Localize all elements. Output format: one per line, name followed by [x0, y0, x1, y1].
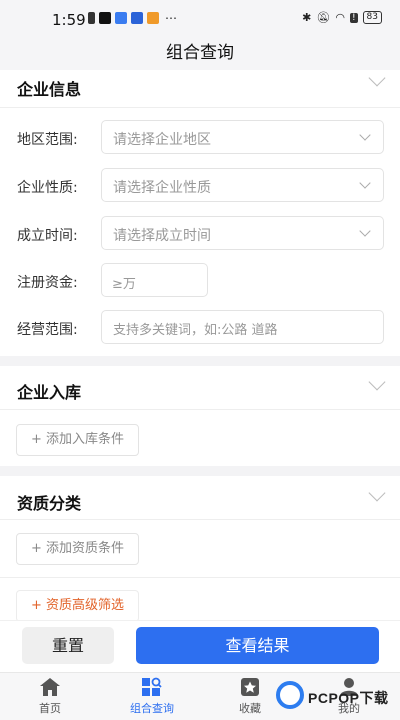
- section-divider: [0, 466, 400, 476]
- alert-icon: !: [349, 12, 358, 23]
- bluetooth-icon: ✱: [302, 11, 312, 24]
- field-label: 成立时间:: [17, 228, 78, 244]
- chevron-down-icon: [359, 177, 371, 189]
- view-results-button[interactable]: 查看结果: [136, 627, 379, 664]
- more-icon: ⋯: [165, 11, 177, 25]
- browser-icon: [131, 12, 143, 24]
- query-form: 企业信息 地区范围: 请选择企业地区 企业性质: 请选择企业性质 成立时间: 请…: [0, 70, 400, 620]
- select-placeholder: 请选择成立时间: [113, 228, 211, 244]
- page-title: 组合查询: [166, 43, 234, 63]
- tiktok-icon: [99, 12, 111, 24]
- field-registered-capital: 注册资金: ≥万: [0, 263, 400, 299]
- section-qualification-header[interactable]: 资质分类: [0, 476, 400, 520]
- tab-combo-query[interactable]: 组合查询: [117, 677, 187, 716]
- input-placeholder: ≥万: [112, 277, 136, 292]
- field-founded-date: 成立时间: 请选择成立时间: [0, 216, 400, 252]
- registered-capital-input[interactable]: ≥万: [101, 263, 208, 297]
- chevron-down-icon: [368, 484, 386, 502]
- page-header: 组合查询: [0, 38, 400, 70]
- section-warehousing-header[interactable]: 企业入库: [0, 366, 400, 410]
- status-time: 1:59: [52, 11, 86, 29]
- select-placeholder: 请选择企业地区: [113, 132, 211, 148]
- chevron-down-icon: [368, 373, 386, 391]
- field-business-scope: 经营范围: 支持多关键词，如:公路 道路: [0, 310, 400, 346]
- watermark-logo: PCPOP下载: [276, 678, 400, 718]
- input-placeholder: 支持多关键词，如:公路 道路: [113, 323, 278, 338]
- add-warehousing-condition-button[interactable]: + 添加入库条件: [16, 424, 140, 456]
- section-title: 企业信息: [17, 80, 82, 99]
- add-qualification-condition-button[interactable]: + 添加资质条件: [16, 533, 140, 565]
- section-divider: [0, 356, 400, 366]
- watermark-text: PCPOP下载: [308, 690, 389, 706]
- advanced-qualification-filter-button[interactable]: + 资质高级筛选: [16, 590, 140, 620]
- favorite-icon: [241, 678, 259, 696]
- field-label: 注册资金:: [17, 275, 78, 291]
- mute-icon: 🔕︎: [316, 11, 331, 24]
- wifi-icon: ◠: [335, 11, 345, 24]
- field-company-type: 企业性质: 请选择企业性质: [0, 168, 400, 204]
- divider-line: [0, 577, 400, 578]
- watermark-icon: [276, 681, 304, 709]
- business-scope-input[interactable]: 支持多关键词，如:公路 道路: [101, 310, 384, 344]
- field-label: 企业性质:: [17, 180, 78, 196]
- tab-label: 组合查询: [130, 702, 174, 715]
- video-icon: [147, 12, 159, 24]
- reset-button[interactable]: 重置: [22, 627, 114, 664]
- field-region: 地区范围: 请选择企业地区: [0, 120, 400, 156]
- action-bar: 重置 查看结果: [0, 620, 400, 672]
- cloud-icon: [115, 12, 127, 24]
- company-type-select[interactable]: 请选择企业性质: [101, 168, 384, 202]
- select-placeholder: 请选择企业性质: [113, 180, 211, 196]
- status-bar: 1:59 ⋯ ✱ 🔕︎ ◠ ! 83: [0, 0, 400, 38]
- chevron-down-icon: [368, 70, 386, 87]
- founded-date-select[interactable]: 请选择成立时间: [101, 216, 384, 250]
- sim-icon: [88, 12, 95, 24]
- tab-label: 收藏: [239, 702, 261, 715]
- home-icon: [40, 678, 60, 696]
- field-label: 经营范围:: [17, 322, 78, 338]
- chevron-down-icon: [359, 129, 371, 141]
- tab-home[interactable]: 首页: [15, 677, 85, 716]
- chevron-down-icon: [359, 225, 371, 237]
- field-label: 地区范围:: [17, 132, 78, 148]
- battery-indicator: 83: [362, 11, 382, 24]
- section-company-info-header[interactable]: 企业信息: [0, 70, 400, 108]
- tab-label: 首页: [39, 702, 61, 715]
- combo-query-icon: [142, 677, 162, 696]
- section-title: 资质分类: [17, 494, 82, 513]
- tab-favorites[interactable]: 收藏: [215, 677, 285, 716]
- region-select[interactable]: 请选择企业地区: [101, 120, 384, 154]
- section-title: 企业入库: [17, 383, 82, 402]
